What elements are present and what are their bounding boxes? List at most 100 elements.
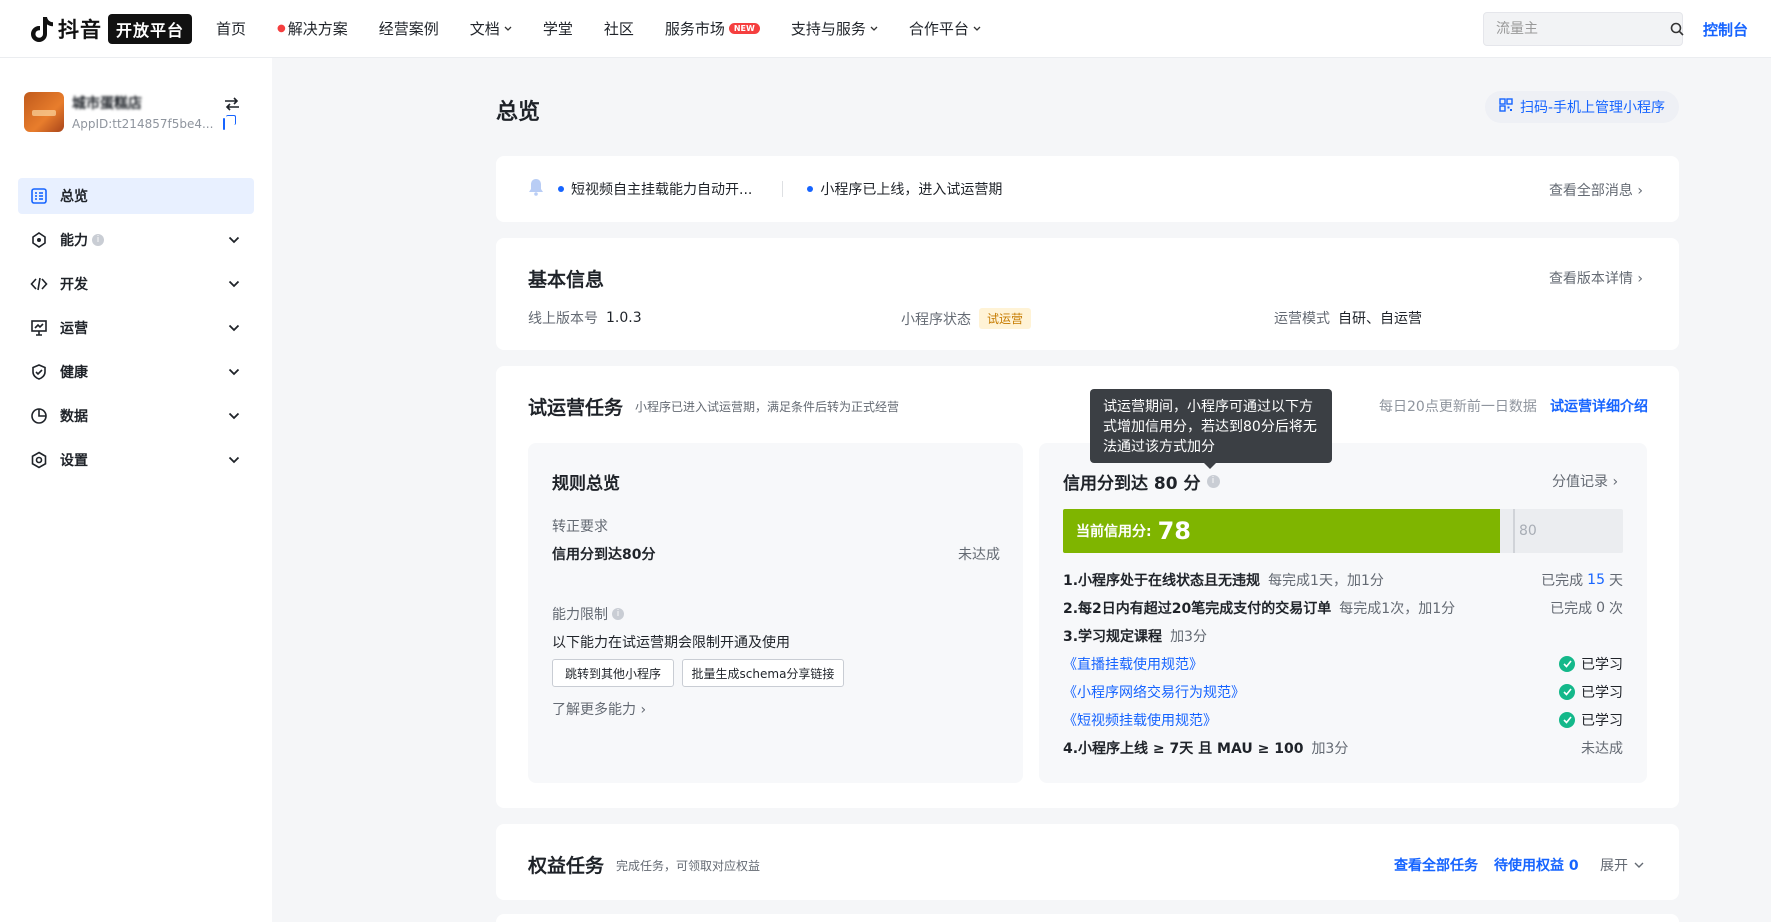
check-circle-icon xyxy=(1559,656,1575,672)
sidebar-item[interactable]: 能力 i xyxy=(18,222,254,258)
sidebar-item[interactable]: 开发 xyxy=(18,266,254,302)
chevron-down-icon xyxy=(973,26,981,31)
credit-title: 信用分到达 80 分 xyxy=(1063,474,1201,494)
console-link[interactable]: 控制台 xyxy=(1703,19,1748,40)
course-link[interactable]: 《小程序网络交易行为规范》 xyxy=(1063,682,1245,702)
nav-item[interactable]: 首页 xyxy=(216,18,246,39)
chevron-down-icon[interactable] xyxy=(228,408,240,424)
nav-item[interactable]: 合作平台 xyxy=(909,18,981,39)
chevron-down-icon[interactable] xyxy=(228,452,240,468)
target-score-marker: 80 xyxy=(1513,509,1537,553)
nav-item-label: 支持与服务 xyxy=(790,20,866,38)
nav-item[interactable]: 社区 xyxy=(604,18,634,39)
score-record-link[interactable]: 分值记录 › xyxy=(1552,471,1618,491)
sidebar-item-label: 设置 xyxy=(60,453,88,469)
nav-item[interactable]: 学堂 xyxy=(543,18,573,39)
nav-item-label: 解决方案 xyxy=(287,20,348,38)
nav-item[interactable]: 经营案例 xyxy=(379,18,439,39)
app-card: 城市蛋糕店 AppID:tt214857f5be4... xyxy=(24,90,254,134)
credit-score-fill: 当前信用分: 78 xyxy=(1063,509,1500,553)
course-link[interactable]: 《短视频挂载使用规范》 xyxy=(1063,710,1217,730)
sidebar-item-label: 健康 xyxy=(60,365,88,381)
switch-app-icon[interactable] xyxy=(224,96,240,115)
task-row: 4.小程序上线 ≥ 7天 且 MAU ≥ 100 加3分 未达成 xyxy=(1063,738,1623,758)
info-icon[interactable]: i xyxy=(92,234,104,246)
pending-rights-label: 待使用权益 xyxy=(1494,858,1564,874)
operation-icon xyxy=(30,319,48,337)
nav-item-label: 服务市场 xyxy=(664,20,725,38)
pending-rights-count: 0 xyxy=(1568,858,1579,874)
next-card-edge xyxy=(496,914,1679,922)
chevron-down-icon[interactable] xyxy=(228,364,240,380)
nav-item[interactable]: 支持与服务 xyxy=(791,18,878,39)
task-title: 1.小程序处于在线状态且无违规 xyxy=(1063,573,1261,589)
view-version-link[interactable]: 查看版本详情 › xyxy=(1549,268,1643,288)
notice-card: 短视频自主挂载能力自动开... 小程序已上线，进入试运营期 查看全部消息 › xyxy=(496,156,1679,222)
expand-label: 展开 xyxy=(1600,858,1628,874)
chevron-down-icon[interactable] xyxy=(228,276,240,292)
expand-button[interactable]: 展开 xyxy=(1600,855,1644,875)
sidebar-item[interactable]: 数据 xyxy=(18,398,254,434)
nav-item[interactable]: ● 解决方案 xyxy=(277,18,348,39)
scan-manage-button[interactable]: 扫码-手机上管理小程序 xyxy=(1485,91,1679,123)
check-circle-icon xyxy=(1559,684,1575,700)
task-status: 已完成 15 天 xyxy=(1541,570,1623,590)
sidebar-item[interactable]: 健康 xyxy=(18,354,254,390)
chevron-down-icon[interactable] xyxy=(228,320,240,336)
course-link[interactable]: 《直播挂载使用规范》 xyxy=(1063,654,1203,674)
page-title: 总览 xyxy=(496,100,541,125)
app-id-row: AppID:tt214857f5be4... xyxy=(72,115,237,131)
requirement-status: 未达成 xyxy=(958,547,1000,563)
view-all-messages-link[interactable]: 查看全部消息 › xyxy=(1549,180,1643,200)
sidebar-item[interactable]: 运营 xyxy=(18,310,254,346)
nav-item-label: 学堂 xyxy=(542,20,573,38)
status-badge: 试运营 xyxy=(979,308,1032,329)
scan-button-label: 扫码-手机上管理小程序 xyxy=(1519,100,1666,116)
credit-title-row: 信用分到达 80 分 i xyxy=(1063,469,1220,494)
info-icon[interactable]: i xyxy=(1206,475,1220,488)
nav-item-label: 经营案例 xyxy=(378,20,439,38)
notice-item[interactable]: 短视频自主挂载能力自动开... xyxy=(558,179,752,199)
nav-item-label: 合作平台 xyxy=(908,20,969,38)
search-input[interactable] xyxy=(1484,21,1670,37)
hot-icon: ● xyxy=(277,23,286,34)
pending-rights-link[interactable]: 待使用权益 0 xyxy=(1494,855,1579,875)
nav-item[interactable]: 文档 xyxy=(470,18,512,39)
douyin-logo[interactable]: 抖音 开放平台 xyxy=(30,0,193,58)
jump-miniapp-button[interactable]: 跳转到其他小程序 xyxy=(552,659,674,687)
course-status-label: 已学习 xyxy=(1581,657,1623,673)
current-score-value: 78 xyxy=(1157,517,1192,545)
notice-text: 短视频自主挂载能力自动开... xyxy=(571,182,753,198)
learn-more-link[interactable]: 了解更多能力 › xyxy=(552,699,646,719)
app-avatar xyxy=(24,92,64,132)
search-icon[interactable] xyxy=(1670,12,1684,46)
course-status: 已学习 xyxy=(1559,710,1623,730)
requirement-text: 信用分到达80分 xyxy=(552,547,656,563)
copy-icon[interactable] xyxy=(223,115,237,130)
learn-more-label: 了解更多能力 xyxy=(552,702,636,718)
notice-item[interactable]: 小程序已上线，进入试运营期 xyxy=(807,179,1002,199)
sidebar-item[interactable]: 设置 xyxy=(18,442,254,478)
sidebar-item-label: 开发 xyxy=(60,277,88,293)
view-version-label: 查看版本详情 xyxy=(1548,271,1633,287)
info-icon[interactable]: i xyxy=(612,608,624,620)
settings-icon xyxy=(30,451,48,469)
basic-info-title: 基本信息 xyxy=(528,269,605,291)
nav-item[interactable]: 服务市场 NEW xyxy=(665,18,760,39)
task-title: 2.每2日内有超过20笔完成支付的交易订单 xyxy=(1063,601,1332,617)
trial-detail-link[interactable]: 试运营详细介绍 xyxy=(1550,396,1648,416)
chevron-down-icon[interactable] xyxy=(228,232,240,248)
current-score-label: 当前信用分: xyxy=(1076,524,1152,540)
qrcode-icon xyxy=(1499,98,1513,116)
task-status-prefix: 已完成 xyxy=(1541,573,1584,589)
view-all-tasks-link[interactable]: 查看全部任务 xyxy=(1394,855,1478,875)
mode-label: 运营模式 xyxy=(1274,311,1330,327)
task-status-prefix: 已完成 xyxy=(1550,601,1593,617)
task-rule: 加3分 xyxy=(1311,741,1349,757)
schema-link-button[interactable]: 批量生成schema分享链接 xyxy=(682,659,844,687)
chevron-down-icon xyxy=(504,26,512,31)
top-navigation-bar: 抖音 开放平台 首页 ● 解决方案 经营案例 文档 学堂 社区 服务市场 NEW 支持与服务 合作平… xyxy=(0,0,1771,58)
target-score-value: 80 xyxy=(1519,523,1537,539)
sidebar-item[interactable]: 总览 xyxy=(18,178,254,214)
version-label: 线上版本号 xyxy=(528,311,598,327)
